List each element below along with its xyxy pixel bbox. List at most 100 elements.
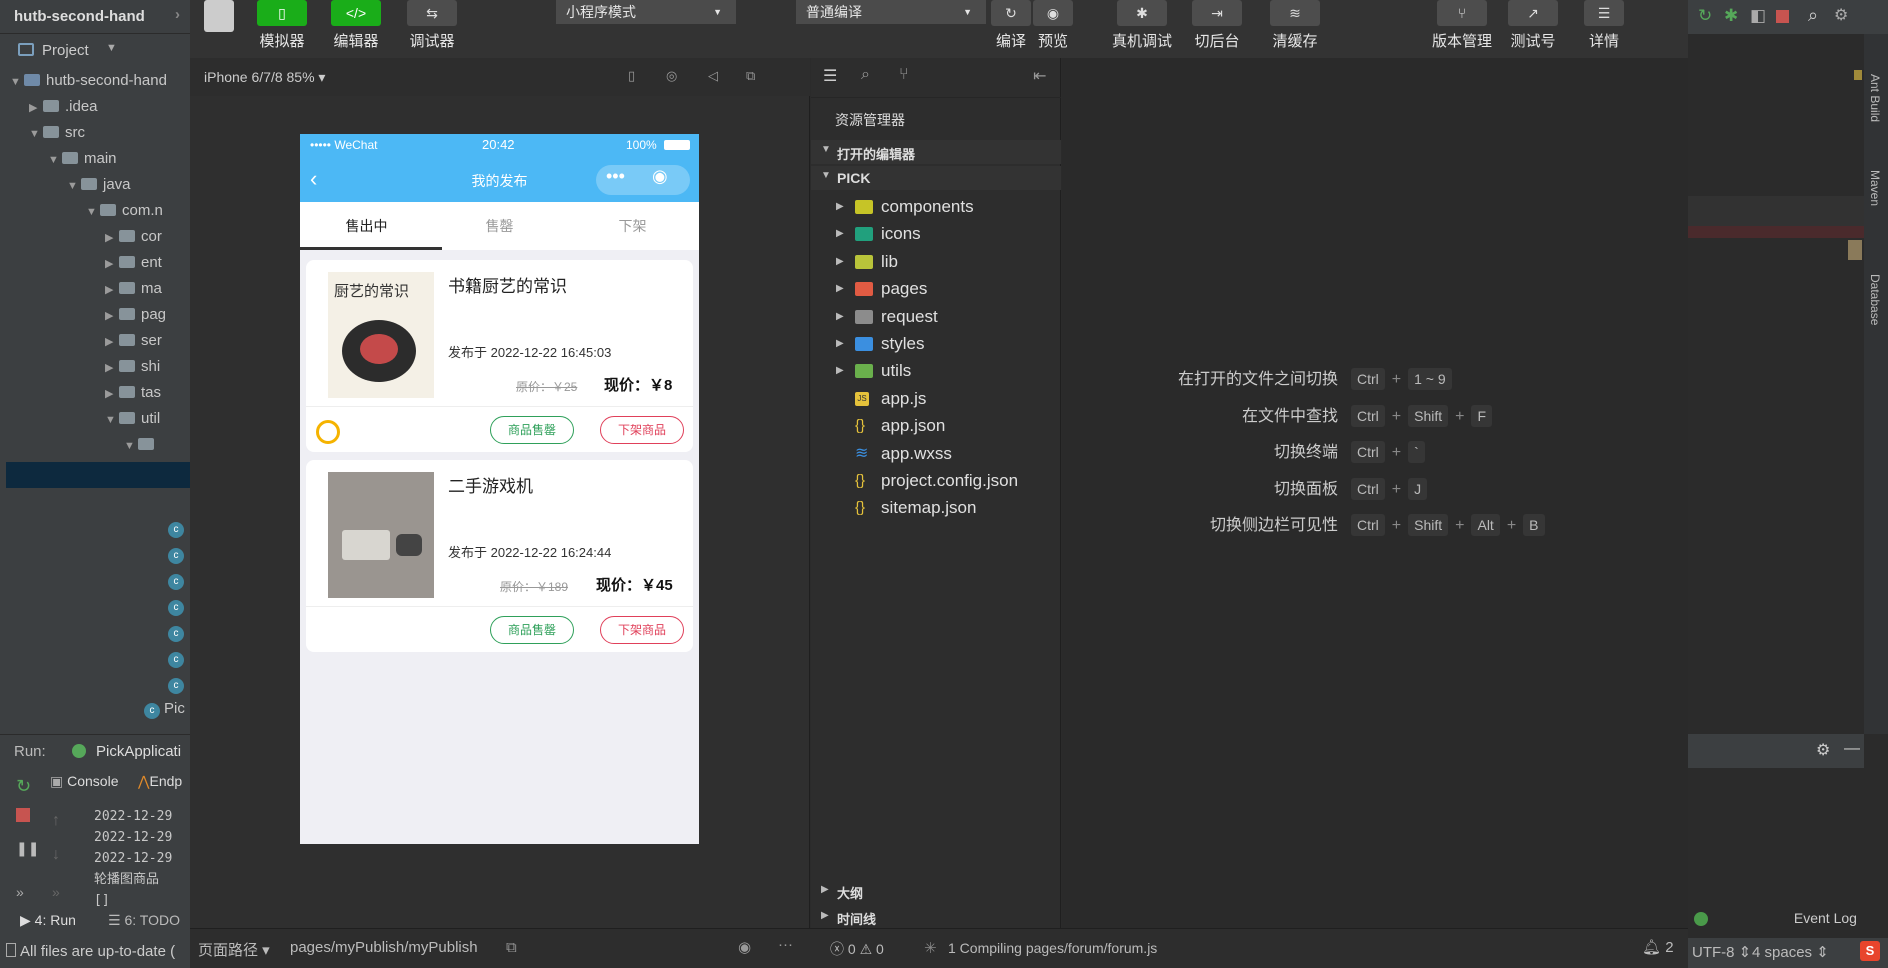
folder-item[interactable]: ▶ styles: [811, 330, 1061, 357]
bug-icon[interactable]: ✱: [1724, 6, 1738, 26]
simulator-button[interactable]: ▯ 模拟器: [252, 0, 312, 51]
chevron-right-icon[interactable]: ▶: [105, 329, 119, 355]
chevron-right-icon[interactable]: ▶: [836, 193, 844, 220]
tree-item[interactable]: ▶ ma: [105, 276, 162, 302]
tree-item[interactable]: ▼ com.n: [86, 198, 163, 224]
chevron-right-icon[interactable]: ▶: [105, 381, 119, 407]
pick-application-file[interactable]: c Pic: [144, 700, 185, 719]
tree-item[interactable]: ▶ ser: [105, 328, 162, 354]
scroll-up-icon[interactable]: ↑: [52, 812, 60, 830]
project-view-header[interactable]: Project ▼: [0, 38, 190, 64]
chevron-down-icon[interactable]: ▼: [67, 173, 81, 199]
tree-item[interactable]: ▼ src: [29, 120, 85, 146]
input-method-icon[interactable]: S: [1860, 941, 1880, 961]
version-button[interactable]: ⑂ 版本管理: [1430, 0, 1494, 51]
compile-select[interactable]: 普通编译 ▼: [796, 0, 986, 24]
outline-section[interactable]: ▶ 大纲: [811, 880, 1061, 904]
rerun-icon[interactable]: ↻: [16, 776, 31, 797]
problems-indicator[interactable]: ⓧ 0 ⚠ 0: [830, 939, 884, 959]
folder-item[interactable]: ▶ pages: [811, 275, 1061, 302]
tree-item[interactable]: ▶ ent: [105, 250, 162, 276]
maven-tab[interactable]: Maven: [1868, 170, 1882, 206]
timeline-section[interactable]: ▶ 时间线: [811, 906, 1061, 928]
chevron-right-icon[interactable]: ▶: [836, 220, 844, 247]
folder-item[interactable]: ▶ icons: [811, 220, 1061, 247]
class-icon[interactable]: c: [168, 522, 184, 538]
tree-item[interactable]: ▶ .idea: [29, 94, 98, 120]
floating-badge-icon[interactable]: [316, 420, 340, 444]
chevron-right-icon[interactable]: ▶: [836, 303, 844, 330]
chevron-right-icon[interactable]: ▶: [29, 95, 43, 121]
popout-icon[interactable]: ⧉: [746, 68, 755, 84]
background-button[interactable]: ⇥ 切后台: [1192, 0, 1242, 51]
list-icon[interactable]: ☰: [823, 66, 837, 86]
chevron-down-icon[interactable]: ▼: [105, 407, 119, 433]
tree-item[interactable]: ▼ main: [48, 146, 117, 172]
chevron-right-icon[interactable]: ▶: [105, 355, 119, 381]
settings-icon[interactable]: ⚙: [1834, 5, 1848, 25]
debugger-button[interactable]: ⇆ 调试器: [402, 0, 462, 51]
details-button[interactable]: ☰ 详情: [1584, 0, 1624, 51]
device-icon[interactable]: ▯: [628, 68, 635, 84]
class-icon[interactable]: c: [168, 626, 184, 642]
collapse-panel-icon[interactable]: ⇤: [1033, 66, 1046, 86]
class-icon[interactable]: c: [168, 600, 184, 616]
run-config-name[interactable]: PickApplicati: [96, 743, 181, 760]
tree-item[interactable]: ▶ shi: [105, 354, 160, 380]
product-card[interactable]: 二手游戏机 发布于 2022-12-22 16:24:44 原价：￥189 现价…: [306, 460, 693, 652]
chevron-down-icon[interactable]: ▼: [106, 42, 117, 54]
expand-icon[interactable]: »: [16, 884, 24, 900]
chevron-right-icon[interactable]: ▶: [105, 277, 119, 303]
avatar[interactable]: [204, 0, 234, 32]
class-icon[interactable]: c: [168, 574, 184, 590]
expand-icon[interactable]: »: [52, 884, 60, 900]
minimize-icon[interactable]: —: [1844, 740, 1860, 758]
tree-item[interactable]: ▼: [124, 432, 160, 458]
scroll-thumb[interactable]: [1848, 240, 1862, 260]
encoding-select[interactable]: UTF-8 ⇕: [1692, 943, 1751, 961]
mark-soldout-button[interactable]: 商品售罄: [490, 616, 574, 644]
folder-item[interactable]: ▶ request: [811, 303, 1061, 330]
chevron-down-icon[interactable]: ▼: [124, 433, 138, 459]
chevron-down-icon[interactable]: ▼: [48, 147, 62, 173]
remote-debug-button[interactable]: ✱ 真机调试: [1110, 0, 1174, 51]
chevron-down-icon[interactable]: ▼: [29, 121, 43, 147]
chevron-down-icon[interactable]: ▼: [10, 69, 24, 95]
pause-icon[interactable]: ❚❚: [16, 840, 39, 857]
volume-icon[interactable]: ◁: [708, 68, 718, 84]
remove-product-button[interactable]: 下架商品: [600, 616, 684, 644]
mark-soldout-button[interactable]: 商品售罄: [490, 416, 574, 444]
record-icon[interactable]: ◎: [666, 68, 677, 84]
editor-button[interactable]: </> 编辑器: [326, 0, 386, 51]
folder-item[interactable]: ▶ lib: [811, 248, 1061, 275]
class-icon[interactable]: c: [168, 678, 184, 694]
test-account-button[interactable]: ↗ 测试号: [1508, 0, 1558, 51]
file-item[interactable]: ≋ app.wxss: [811, 440, 1061, 467]
search-icon[interactable]: ⌕: [1808, 5, 1818, 26]
class-icon[interactable]: c: [168, 652, 184, 668]
file-item[interactable]: {} project.config.json: [811, 467, 1061, 494]
chevron-right-icon[interactable]: ▶: [836, 248, 844, 275]
page-path-select[interactable]: 页面路径 ▾: [198, 939, 270, 960]
compile-button[interactable]: ↻ 编译: [990, 0, 1032, 51]
product-card[interactable]: 厨艺的常识 书籍厨艺的常识 发布于 2022-12-22 16:45:03 原价…: [306, 260, 693, 452]
close-miniprogram-icon[interactable]: ◉: [652, 166, 668, 187]
warning-marker[interactable]: [1854, 70, 1862, 80]
rerun-icon[interactable]: ↻: [1698, 6, 1712, 26]
console-tab[interactable]: ▣ Console: [50, 773, 119, 790]
folder-item[interactable]: ▶ components: [811, 193, 1061, 220]
chevron-right-icon[interactable]: ▶: [105, 225, 119, 251]
settings-icon[interactable]: ⚙: [1816, 740, 1830, 760]
run-tool-tab[interactable]: ▶ 4: Run: [20, 912, 76, 929]
endpoints-tab[interactable]: ⋀Endp: [138, 773, 182, 790]
preview-button[interactable]: ◉ 预览: [1032, 0, 1074, 51]
git-icon[interactable]: ⑂: [899, 66, 909, 84]
eye-icon[interactable]: ◉: [738, 938, 751, 956]
chevron-right-icon[interactable]: ▶: [836, 275, 844, 302]
file-item[interactable]: {} sitemap.json: [811, 494, 1061, 521]
folder-item[interactable]: ▶ utils: [811, 357, 1061, 384]
layout-icon[interactable]: [6, 943, 16, 957]
tree-item[interactable]: ▶ tas: [105, 380, 161, 406]
tree-item[interactable]: ▼ hutb-second-hand: [10, 68, 167, 94]
file-item[interactable]: {} app.json: [811, 412, 1061, 439]
